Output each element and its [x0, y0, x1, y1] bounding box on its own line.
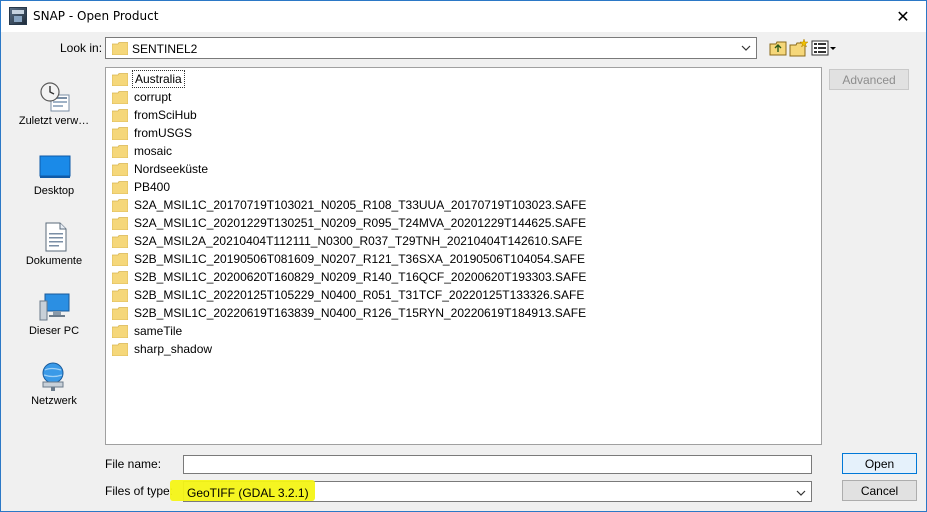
file-name: fromSciHub [134, 108, 197, 122]
list-item[interactable]: fromUSGS [112, 124, 194, 142]
look-in-combo[interactable]: SENTINEL2 [105, 37, 757, 59]
place-documents[interactable]: Dokumente [11, 211, 97, 271]
file-name: S2B_MSIL1C_20200620T160829_N0209_R140_T1… [134, 270, 587, 284]
place-desktop[interactable]: Desktop [11, 141, 97, 201]
new-folder-icon[interactable] [789, 38, 809, 58]
place-recent[interactable]: Zuletzt verw… [11, 71, 97, 131]
files-of-type-combo[interactable]: GeoTIFF (GDAL 3.2.1) [170, 480, 812, 502]
folder-icon [112, 216, 128, 230]
advanced-button[interactable]: Advanced [829, 69, 909, 90]
folder-icon [112, 288, 128, 302]
up-folder-icon[interactable] [768, 38, 788, 58]
file-name: S2B_MSIL1C_20220125T105229_N0400_R051_T3… [134, 288, 585, 302]
folder-icon [112, 42, 128, 55]
chevron-down-icon [741, 45, 751, 51]
list-item[interactable]: S2B_MSIL1C_20220125T105229_N0400_R051_T3… [112, 286, 586, 304]
places-bar: Zuletzt verw… Desktop Dokumente Dieser P… [11, 71, 97, 441]
list-item[interactable]: S2B_MSIL1C_20190506T081609_N0207_R121_T3… [112, 250, 587, 268]
file-name: mosaic [134, 144, 173, 158]
list-item[interactable]: Nordseeküste [112, 160, 210, 178]
folder-icon [112, 270, 128, 284]
file-name: corrupt [134, 90, 172, 104]
list-item[interactable]: S2A_MSIL1C_20170719T103021_N0205_R108_T3… [112, 196, 588, 214]
files-of-type-value: GeoTIFF (GDAL 3.2.1) [187, 486, 309, 500]
folder-icon [112, 126, 128, 140]
list-item[interactable]: PB400 [112, 178, 172, 196]
file-name: S2B_MSIL1C_20190506T081609_N0207_R121_T3… [134, 252, 586, 266]
file-name: S2A_MSIL1C_20170719T103021_N0205_R108_T3… [134, 198, 587, 212]
file-name: Australia [132, 70, 185, 88]
title-bar: SNAP - Open Product ✕ [1, 1, 926, 32]
file-name: sharp_shadow [134, 342, 213, 356]
folder-icon [112, 198, 128, 212]
folder-icon [112, 144, 128, 158]
window-title: SNAP - Open Product [33, 9, 159, 23]
view-menu-icon[interactable] [811, 38, 837, 58]
folder-icon [112, 252, 128, 266]
folder-icon [112, 342, 128, 356]
open-product-dialog: SNAP - Open Product ✕ Look in: SENTINEL2… [0, 0, 927, 512]
folder-icon [112, 306, 128, 320]
place-label: Dieser PC [28, 325, 80, 337]
file-name-input[interactable] [183, 455, 812, 474]
recent-icon [40, 82, 70, 112]
cancel-button[interactable]: Cancel [842, 480, 917, 501]
list-item[interactable]: S2B_MSIL1C_20220619T163839_N0400_R126_T1… [112, 304, 588, 322]
file-name: sameTile [134, 324, 183, 338]
place-label: Desktop [33, 185, 75, 197]
folder-icon [112, 162, 128, 176]
place-label: Dokumente [25, 255, 83, 267]
list-item[interactable]: S2A_MSIL1C_20201229T130251_N0209_R095_T2… [112, 214, 588, 232]
place-label: Netzwerk [31, 395, 77, 407]
files-of-type-label: Files of type: [105, 484, 174, 498]
chevron-down-icon [796, 490, 806, 496]
list-item[interactable]: sameTile [112, 322, 184, 340]
list-item[interactable]: mosaic [112, 142, 174, 160]
folder-icon [112, 324, 128, 338]
list-item[interactable]: Australia [112, 70, 185, 88]
desktop-icon [39, 155, 71, 178]
look-in-label: Look in: [60, 41, 103, 55]
list-item[interactable]: sharp_shadow [112, 340, 214, 358]
place-this-pc[interactable]: Dieser PC [11, 281, 97, 341]
place-label: Zuletzt verw… [18, 115, 90, 127]
list-item[interactable]: fromSciHub [112, 106, 199, 124]
network-icon [42, 362, 64, 391]
folder-icon [112, 72, 128, 86]
look-in-value: SENTINEL2 [132, 42, 198, 56]
file-name-label: File name: [105, 457, 162, 471]
list-item[interactable]: corrupt [112, 88, 173, 106]
folder-icon [112, 180, 128, 194]
documents-icon [45, 222, 67, 252]
list-item[interactable]: S2B_MSIL1C_20200620T160829_N0209_R140_T1… [112, 268, 588, 286]
file-name: S2A_MSIL2A_20210404T112111_N0300_R037_T2… [134, 234, 583, 248]
folder-icon [112, 108, 128, 122]
folder-icon [112, 234, 128, 248]
file-name: PB400 [134, 180, 171, 194]
snap-app-icon [9, 7, 27, 25]
file-name: Nordseeküste [134, 162, 209, 176]
list-item[interactable]: S2A_MSIL2A_20210404T112111_N0300_R037_T2… [112, 232, 584, 250]
file-name: S2A_MSIL1C_20201229T130251_N0209_R095_T2… [134, 216, 587, 230]
computer-icon [39, 293, 70, 321]
file-list[interactable]: Australia corrupt fromSciHub fromUSGS mo… [105, 67, 822, 445]
file-name: S2B_MSIL1C_20220619T163839_N0400_R126_T1… [134, 306, 587, 320]
file-name: fromUSGS [134, 126, 193, 140]
open-button[interactable]: Open [842, 453, 917, 474]
folder-icon [112, 90, 128, 104]
close-button[interactable]: ✕ [880, 1, 926, 32]
place-network[interactable]: Netzwerk [11, 351, 97, 411]
